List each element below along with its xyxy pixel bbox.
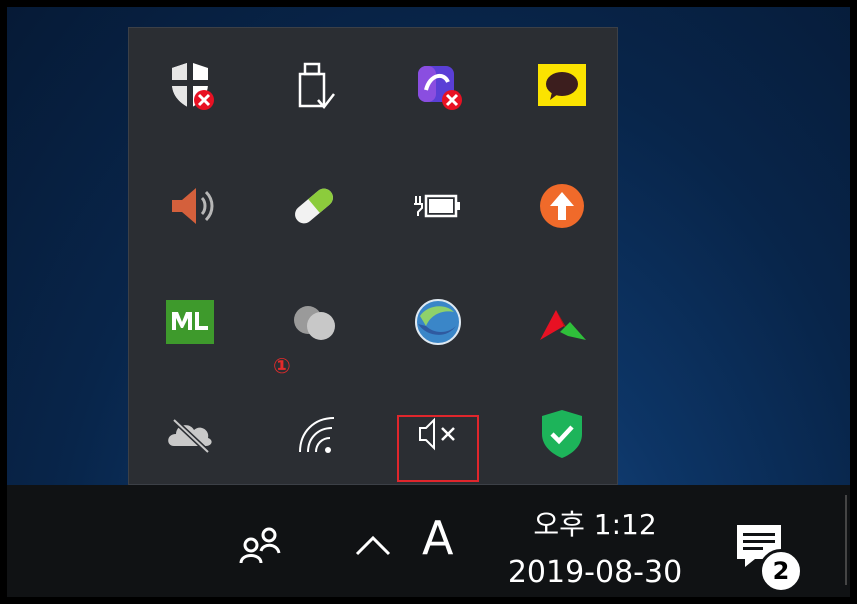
- taskbar: A 오후 1:12 2019-08-30 2: [7, 485, 850, 597]
- wifi-icon[interactable]: [286, 406, 342, 462]
- volume-speaker-icon[interactable]: [162, 178, 218, 234]
- kakaotalk-icon[interactable]: [534, 58, 590, 114]
- clock-date[interactable]: 2019-08-30: [493, 555, 697, 590]
- shield-check-icon[interactable]: [534, 406, 590, 462]
- desktop-screen: ① A 오후 1:12 2019-08-30 2: [7, 7, 850, 597]
- ml-app-icon[interactable]: [162, 294, 218, 350]
- show-desktop-divider[interactable]: [845, 495, 847, 585]
- battery-charging-icon[interactable]: [410, 178, 466, 234]
- red-green-arrow-app-icon[interactable]: [534, 294, 590, 350]
- pill-app-icon[interactable]: [286, 178, 342, 234]
- people-icon[interactable]: [237, 523, 285, 575]
- wifi-highlight-box: [397, 415, 479, 482]
- usb-safely-remove-icon[interactable]: [286, 58, 342, 114]
- network-globe-icon[interactable]: [410, 294, 466, 350]
- callout-marker: ①: [273, 354, 291, 378]
- clock-time[interactable]: 오후 1:12: [497, 503, 693, 543]
- windows-security-warning-icon[interactable]: [162, 58, 218, 114]
- show-hidden-icons-chevron-icon[interactable]: [353, 530, 393, 564]
- notification-count-badge: 2: [759, 549, 803, 593]
- cloud-offline-icon[interactable]: [162, 406, 218, 462]
- chat-bubbles-icon[interactable]: [286, 294, 342, 350]
- app-blocked-icon[interactable]: [410, 58, 466, 114]
- input-method-indicator[interactable]: A: [422, 511, 453, 565]
- tray-overflow-flyout: [128, 27, 618, 485]
- update-arrow-icon[interactable]: [534, 178, 590, 234]
